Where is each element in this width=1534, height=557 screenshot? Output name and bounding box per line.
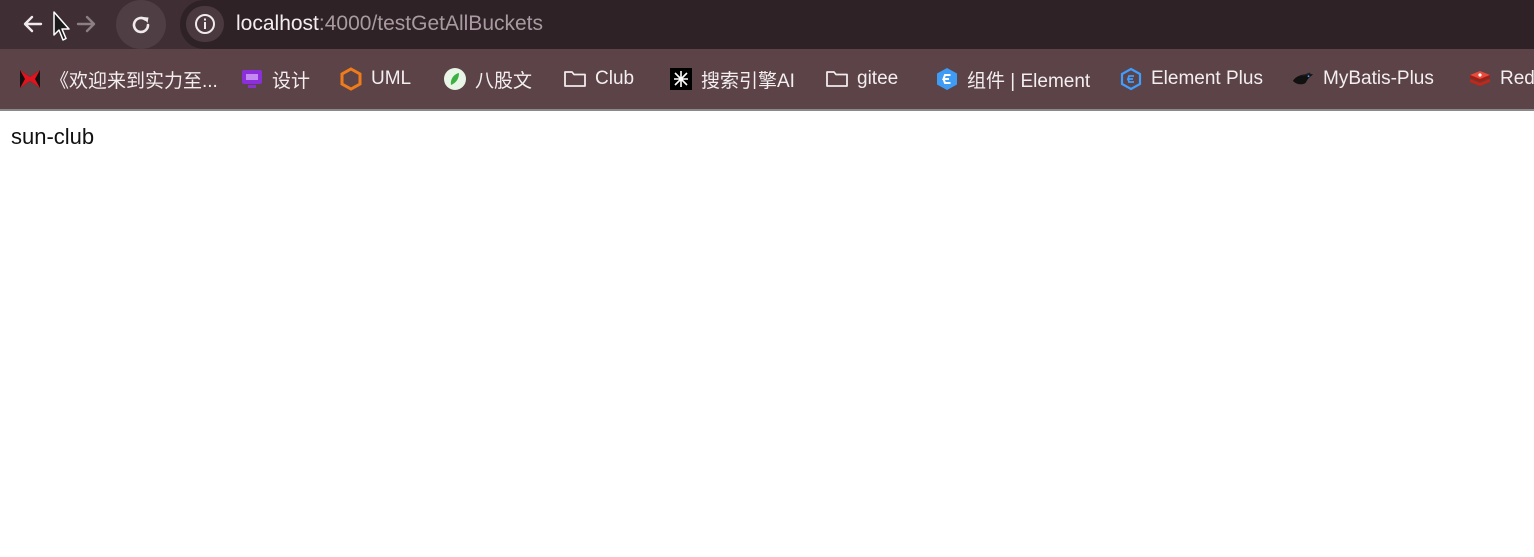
mybatis-bird-icon [1291, 67, 1315, 91]
browser-toolbar: localhost:4000/testGetAllBuckets [0, 0, 1534, 49]
bookmark-label: Element Plus [1151, 68, 1263, 89]
green-circle-icon [443, 67, 467, 91]
bookmark-item[interactable]: 组件 | Element [935, 65, 1090, 93]
bookmark-label: 《欢迎来到实力至... [50, 70, 218, 92]
red-black-logo-icon [18, 67, 42, 91]
bookmark-item[interactable]: UML [339, 65, 411, 93]
bookmark-folder[interactable]: Club [563, 65, 634, 93]
bookmark-item[interactable]: Element Plus [1119, 65, 1263, 93]
black-square-logo-icon [669, 67, 693, 91]
bookmark-label: Club [595, 68, 635, 89]
url-host: localhost [236, 12, 319, 35]
url-path: :4000/testGetAllBuckets [318, 12, 544, 35]
folder-icon [825, 67, 849, 91]
reload-button[interactable] [116, 0, 166, 49]
bookmark-label: gitee [857, 68, 899, 89]
url-text[interactable]: localhost:4000/testGetAllBuckets [236, 12, 543, 36]
reload-icon [132, 16, 150, 33]
bookmark-label: Red [1500, 68, 1534, 89]
bookmark-item[interactable]: 设计 [240, 65, 310, 93]
address-bar[interactable]: localhost:4000/testGetAllBuckets [180, 0, 1534, 49]
orange-hexagon-icon [339, 67, 363, 91]
bookmark-label: 组件 | Element [967, 70, 1091, 92]
bookmarks-bar: 《欢迎来到实力至... 设计 UML 八股文 Club 搜索引擎AI gitee… [0, 49, 1534, 111]
redis-cube-icon [1468, 67, 1492, 91]
site-info-button[interactable] [186, 6, 224, 42]
blue-hexagon-icon [935, 67, 959, 91]
bookmark-label: 搜索引擎AI [701, 70, 795, 92]
bookmark-label: 设计 [272, 70, 311, 92]
bookmark-label: UML [371, 68, 412, 89]
page-body-text: sun-club [11, 124, 95, 149]
bookmark-item[interactable]: Red [1468, 65, 1534, 93]
arrow-right-icon [76, 15, 96, 33]
bookmark-folder[interactable]: gitee [825, 65, 898, 93]
bookmark-label: MyBatis-Plus [1323, 68, 1434, 89]
bookmark-item[interactable]: 《欢迎来到实力至... [18, 65, 218, 93]
bookmark-item[interactable]: 八股文 [443, 65, 532, 93]
forward-button[interactable] [68, 6, 104, 42]
arrow-left-icon [23, 15, 43, 33]
back-button[interactable] [15, 6, 51, 42]
mouse-cursor-icon [53, 11, 70, 41]
blue-hexagon-outline-icon [1119, 67, 1143, 91]
bookmark-item[interactable]: MyBatis-Plus [1291, 65, 1434, 93]
bookmark-label: 八股文 [475, 70, 533, 92]
purple-screen-icon [240, 67, 264, 91]
folder-icon [563, 67, 587, 91]
bookmark-item[interactable]: 搜索引擎AI [669, 65, 795, 93]
info-icon [195, 14, 215, 34]
